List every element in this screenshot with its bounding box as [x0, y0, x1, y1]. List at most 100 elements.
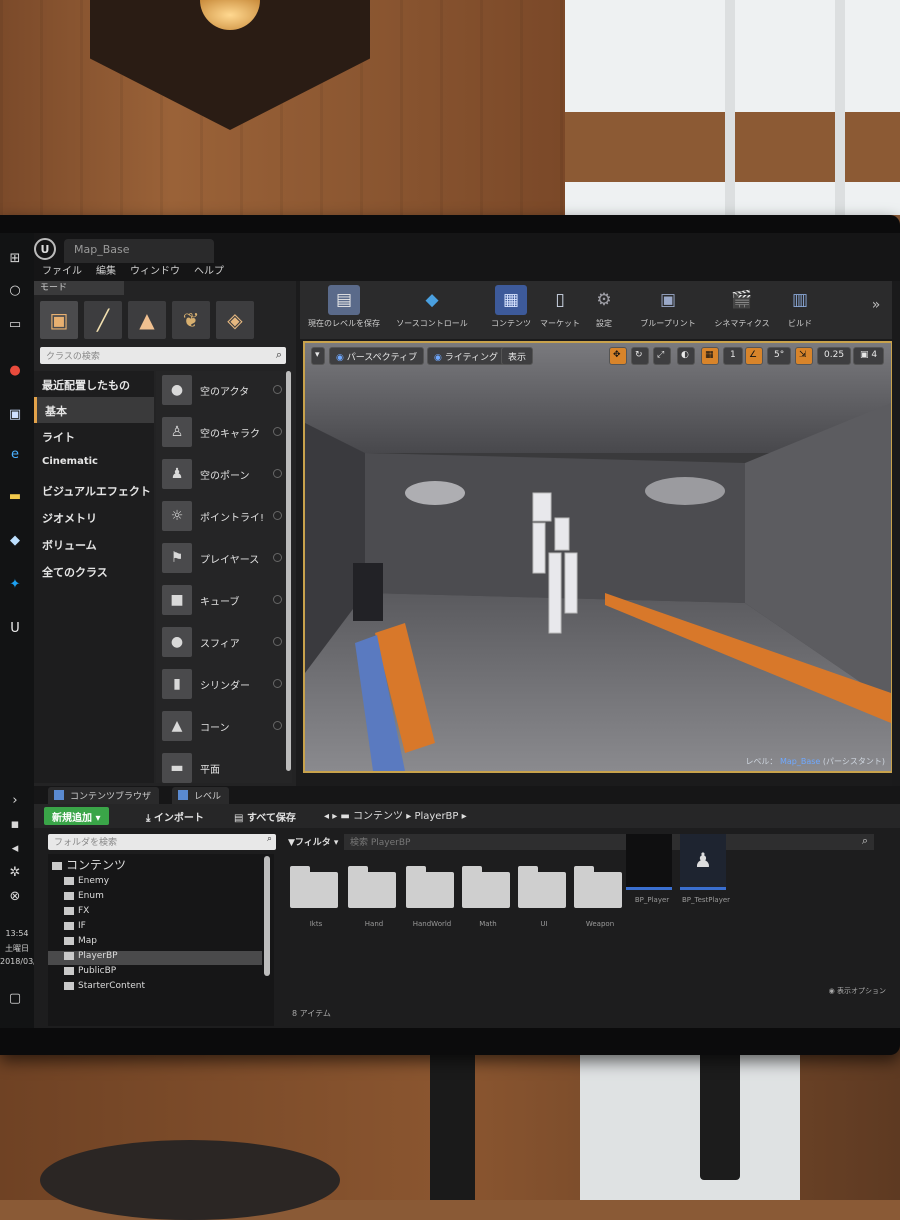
chrome-icon[interactable]: ● [4, 359, 26, 381]
tree-folder-content[interactable]: コンテンツ [52, 856, 126, 872]
breadcrumb-current[interactable]: PlayerBP [414, 811, 458, 822]
asset-folder-hand[interactable]: Hand [348, 858, 400, 948]
network-icon[interactable]: ▪ [4, 813, 26, 835]
asset-folder-ui[interactable]: UI [518, 858, 570, 948]
marketplace-button[interactable]: ▯ マーケット [538, 285, 582, 335]
tab-levels[interactable]: レベル [172, 787, 230, 804]
add-new-button[interactable]: 新規追加 ▾ [44, 807, 109, 825]
cinematics-button[interactable]: 🎬 シネマティクス [710, 285, 774, 335]
class-search-input[interactable]: クラスの検索 ⌕ [40, 347, 286, 364]
save-all-button[interactable]: ▤ すべて保存 [230, 807, 300, 825]
rotation-snap-value[interactable]: 5° [767, 347, 792, 365]
landscape-mode-icon[interactable]: ▲ [128, 301, 166, 339]
place-item-plane[interactable]: ▬ 平面 [156, 749, 286, 789]
volume-icon[interactable]: ◂ [4, 837, 26, 859]
category-geometry[interactable]: ジオメトリ [34, 504, 154, 530]
folder-tree-scrollbar[interactable] [264, 856, 270, 976]
computer-icon[interactable]: ▣ [4, 403, 26, 425]
category-volumes[interactable]: ボリューム [34, 531, 154, 557]
asset-bp-player[interactable]: BP_Player [626, 834, 678, 924]
show-button[interactable]: 表示 [501, 347, 534, 365]
tree-folder-publicbp[interactable]: PublicBP [64, 966, 116, 980]
save-level-button[interactable]: ▤ 現在のレベルを保存 [304, 285, 384, 335]
asset-folder-ikts[interactable]: Ikts [290, 858, 342, 948]
place-item-empty-actor[interactable]: ● 空のアクタ [156, 371, 286, 411]
tab-content-browser[interactable]: コンテンツブラウザ [48, 787, 160, 804]
asset-folder-math[interactable]: Math [462, 858, 514, 948]
breadcrumb-root[interactable]: コンテンツ [353, 811, 403, 822]
modes-scrollbar[interactable] [286, 371, 291, 771]
notification-icon[interactable]: ⊗ [4, 885, 26, 907]
category-recent[interactable]: 最近配置したもの [34, 371, 154, 397]
camera-speed-button[interactable]: ▣ 4 [853, 347, 885, 365]
menu-edit[interactable]: 編集 [96, 263, 116, 281]
asset-search-input[interactable]: 検索 PlayerBP ⌕ [344, 834, 874, 850]
settings-icon[interactable]: ✲ [4, 861, 26, 883]
action-center-icon[interactable]: ▢ [4, 987, 26, 1009]
viewport-options-chevron-icon[interactable]: ▾ [311, 347, 325, 365]
category-lights[interactable]: ライト [34, 423, 154, 449]
grid-snap-value[interactable]: 1 [723, 347, 743, 365]
tree-folder-fx[interactable]: FX [64, 906, 89, 920]
paint-mode-icon[interactable]: ╱ [84, 301, 122, 339]
surface-snap-icon[interactable]: ▦ [701, 347, 719, 365]
rotation-snap-icon[interactable]: ∠ [745, 347, 763, 365]
import-button[interactable]: ⤓ インポート [142, 807, 208, 825]
back-arrow-icon[interactable]: ◂ [324, 811, 332, 822]
category-cinematic[interactable]: Cinematic [34, 450, 154, 476]
category-visual-effects[interactable]: ビジュアルエフェクト [34, 477, 154, 503]
translate-icon[interactable]: ✥ [609, 347, 627, 365]
folder-search-input[interactable]: フォルダを検索 ⌕ [48, 834, 276, 850]
place-item-cylinder[interactable]: ▮ シリンダー [156, 665, 286, 705]
lighting-button[interactable]: ◉ ライティング [427, 347, 505, 365]
edge-icon[interactable]: e [4, 443, 26, 465]
category-all-classes[interactable]: 全てのクラス [34, 558, 154, 584]
place-mode-icon[interactable]: ▣ [40, 301, 78, 339]
blueprints-button[interactable]: ▣ ブループリント [636, 285, 700, 335]
source-control-button[interactable]: ◆ ソースコントロール [392, 285, 472, 335]
place-item-empty-character[interactable]: ♙ 空のキャラク [156, 413, 286, 453]
world-local-icon[interactable]: ◐ [677, 347, 695, 365]
place-item-cube[interactable]: ■ キューブ [156, 581, 286, 621]
modes-tab[interactable]: モード [34, 281, 124, 295]
build-button[interactable]: ▥ ビルド [778, 285, 822, 335]
filter-button[interactable]: ▼フィルタ ▾ [284, 834, 342, 850]
place-item-cone[interactable]: ▲ コーン [156, 707, 286, 747]
app-icon[interactable]: ◆ [4, 529, 26, 551]
view-options-button[interactable]: ◉ 表示オプション [829, 986, 886, 996]
content-button[interactable]: ▦ コンテンツ [486, 285, 536, 335]
asset-folder-handworld[interactable]: HandWorld [406, 858, 458, 948]
tree-folder-playerbp[interactable]: PlayerBP [48, 951, 262, 965]
asset-bp-testplayer[interactable]: ♟ BP_TestPlayer [680, 834, 732, 924]
category-basic[interactable]: 基本 [34, 397, 154, 423]
unreal-engine-icon[interactable]: U [4, 617, 26, 639]
scale-snap-icon[interactable]: ⇲ [795, 347, 813, 365]
menu-window[interactable]: ウィンドウ [130, 263, 180, 281]
level-viewport[interactable]: ▾ ◉ パースペクティブ ◉ ライティング 表示 ✥ ↻ ⤢ ◐ ▦ 1 ∠ 5… [303, 341, 893, 773]
windows-start-icon[interactable]: ⊞ [4, 247, 26, 269]
place-item-player-start[interactable]: ⚑ プレイヤース [156, 539, 286, 579]
place-item-point-light[interactable]: ☼ ポイントライ! [156, 497, 286, 537]
tree-folder-enemy[interactable]: Enemy [64, 876, 109, 890]
tree-folder-enum[interactable]: Enum [64, 891, 104, 905]
chevron-up-icon[interactable]: › [4, 789, 26, 811]
place-item-empty-pawn[interactable]: ♟ 空のポーン [156, 455, 286, 495]
asset-folder-weapon[interactable]: Weapon [574, 858, 626, 948]
menu-help[interactable]: ヘルプ [194, 263, 224, 281]
menu-file[interactable]: ファイル [42, 263, 82, 281]
scale-icon[interactable]: ⤢ [653, 347, 671, 365]
rotate-icon[interactable]: ↻ [631, 347, 649, 365]
task-view-icon[interactable]: ▭ [4, 313, 26, 335]
foliage-mode-icon[interactable]: ❦ [172, 301, 210, 339]
tree-folder-startercontent[interactable]: StarterContent [64, 981, 145, 995]
level-tab[interactable]: Map_Base [64, 239, 214, 263]
tree-folder-map[interactable]: Map [64, 936, 97, 950]
search-icon[interactable]: ○ [4, 279, 26, 301]
geometry-mode-icon[interactable]: ◈ [216, 301, 254, 339]
place-item-sphere[interactable]: ● スフィア [156, 623, 286, 663]
scale-snap-value[interactable]: 0.25 [817, 347, 852, 365]
tree-folder-if[interactable]: IF [64, 921, 86, 935]
toolbar-overflow-icon[interactable]: » [866, 285, 886, 335]
twitter-icon[interactable]: ✦ [4, 573, 26, 595]
file-explorer-icon[interactable]: ▬ [4, 485, 26, 507]
